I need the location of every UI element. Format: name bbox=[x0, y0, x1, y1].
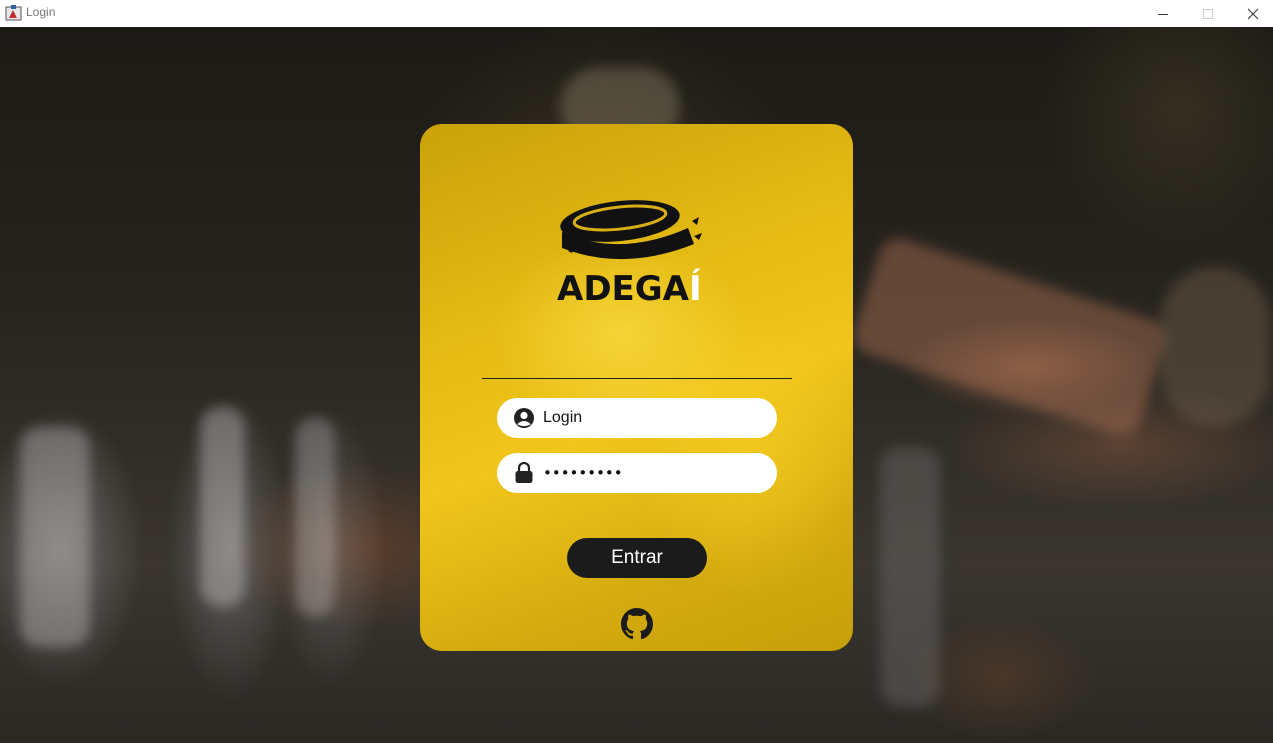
minimize-icon bbox=[1157, 13, 1168, 15]
window-titlebar: Login bbox=[0, 0, 1273, 27]
minimize-button[interactable] bbox=[1140, 0, 1185, 27]
lock-icon bbox=[512, 461, 536, 485]
close-icon bbox=[1247, 8, 1258, 19]
login-input[interactable] bbox=[543, 409, 763, 427]
login-card: ADEGAÍ ••••••••• Entrar bbox=[420, 124, 853, 651]
password-input[interactable]: ••••••••• bbox=[543, 464, 623, 482]
login-field[interactable] bbox=[497, 398, 777, 438]
close-button[interactable] bbox=[1230, 0, 1273, 27]
window-title: Login bbox=[26, 5, 56, 19]
maximize-icon bbox=[1202, 8, 1213, 19]
maximize-button[interactable] bbox=[1185, 0, 1230, 27]
divider-line bbox=[482, 378, 792, 379]
password-field[interactable]: ••••••••• bbox=[497, 453, 777, 493]
user-circle-icon bbox=[512, 406, 536, 430]
java-app-icon bbox=[5, 5, 22, 21]
entrar-button[interactable]: Entrar bbox=[567, 538, 707, 578]
github-icon[interactable] bbox=[621, 608, 653, 640]
logo-wordmark: ADEGAÍ bbox=[557, 269, 702, 309]
